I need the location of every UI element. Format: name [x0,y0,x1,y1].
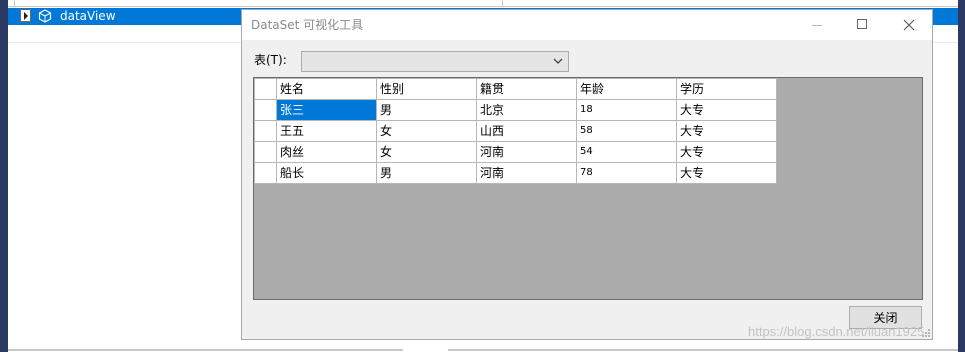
table-cell[interactable]: 船长 [276,162,377,184]
row-header[interactable] [254,99,277,121]
table-cell[interactable]: 58 [576,120,677,142]
table-cell[interactable]: 18 [576,99,677,121]
table-cell[interactable]: 大专 [676,120,777,142]
close-icon [903,19,915,31]
table-cell[interactable]: 男 [376,99,477,121]
column-header[interactable]: 籍贯 [476,78,577,100]
table-cell[interactable]: 肉丝 [276,141,377,163]
watch-column-divider [14,0,15,6]
table-cell[interactable]: 河南 [476,162,577,184]
table-cell[interactable]: 54 [576,141,677,163]
corner-header-cell[interactable] [254,78,277,100]
watch-column-divider [502,0,503,6]
object-icon [38,9,52,23]
table-cell[interactable]: 张三 [276,99,377,121]
ide-bottom-divider [448,349,958,351]
column-header[interactable]: 性别 [376,78,477,100]
table-cell[interactable]: 王五 [276,120,377,142]
table-row: 王五 女 山西 58 大专 [254,120,777,142]
table-cell[interactable]: 男 [376,162,477,184]
ide-right-border [958,0,965,352]
row-header[interactable] [254,162,277,184]
watch-header-strip [8,0,958,7]
table-cell[interactable]: 大专 [676,162,777,184]
row-header[interactable] [254,141,277,163]
watermark: https://blog.csdn.net/liuan1925 [748,324,925,339]
dataset-visualizer-dialog: DataSet 可视化工具 表(T): 姓名 性别 籍贯 年龄 学历 张三 男 … [241,9,933,340]
watch-item-name: dataView [60,9,116,23]
table-row: 肉丝 女 河南 54 大专 [254,141,777,163]
table-row: 船长 男 河南 78 大专 [254,162,777,184]
chevron-down-icon [553,58,563,64]
table-cell[interactable]: 大专 [676,99,777,121]
table-cell[interactable]: 北京 [476,99,577,121]
table-cell[interactable]: 山西 [476,120,577,142]
maximize-button[interactable] [840,10,886,40]
column-header[interactable]: 年龄 [576,78,677,100]
data-table: 姓名 性别 籍贯 年龄 学历 张三 男 北京 18 大专 王五 女 山西 58 … [254,78,777,184]
table-select[interactable] [301,51,569,72]
row-header[interactable] [254,120,277,142]
table-label: 表(T): [254,53,287,67]
table-cell[interactable]: 78 [576,162,677,184]
table-cell[interactable]: 大专 [676,141,777,163]
header-row: 姓名 性别 籍贯 年龄 学历 [254,78,777,100]
ide-bottom-divider [8,349,403,351]
column-header[interactable]: 学历 [676,78,777,100]
minimize-icon [812,25,822,26]
minimize-button[interactable] [794,10,840,40]
maximize-icon [857,19,867,29]
table-cell[interactable]: 女 [376,141,477,163]
ide-left-border [0,0,8,352]
window-close-button[interactable] [886,10,932,40]
data-grid[interactable]: 姓名 性别 籍贯 年龄 学历 张三 男 北京 18 大专 王五 女 山西 58 … [253,77,923,300]
column-header[interactable]: 姓名 [276,78,377,100]
table-cell[interactable]: 女 [376,120,477,142]
dialog-title: DataSet 可视化工具 [251,18,364,32]
table-row: 张三 男 北京 18 大专 [254,99,777,121]
expand-arrow-icon[interactable] [20,9,31,22]
title-bar[interactable]: DataSet 可视化工具 [242,10,932,40]
table-cell[interactable]: 河南 [476,141,577,163]
